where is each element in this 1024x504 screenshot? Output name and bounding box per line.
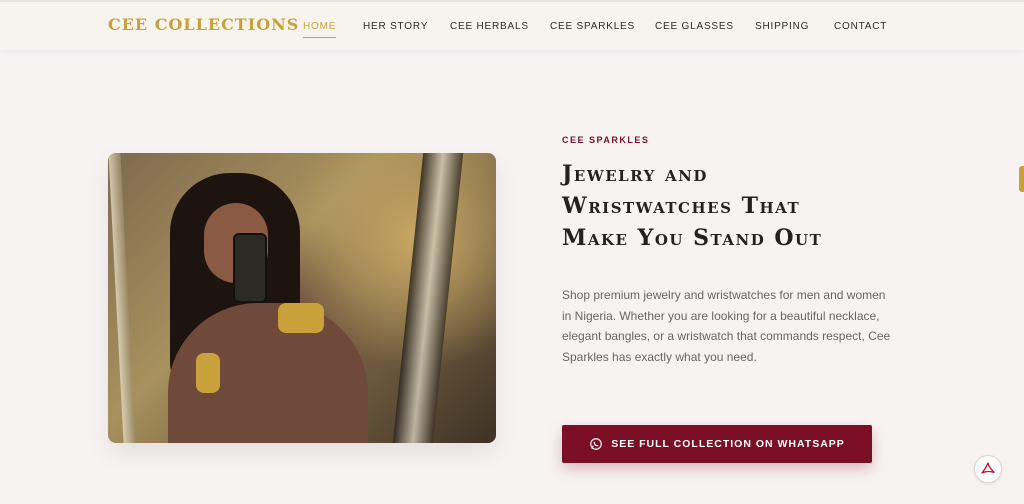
photo-bangles bbox=[196, 353, 220, 393]
pdf-button[interactable] bbox=[974, 455, 1002, 483]
side-scroll-tab[interactable] bbox=[1019, 166, 1024, 192]
nav-item-cee-herbals[interactable]: CEE HERBALS bbox=[450, 21, 529, 32]
hero-heading: Jewelry and Wristwatches That Make You S… bbox=[562, 158, 882, 254]
nav-item-cee-sparkles[interactable]: CEE SPARKLES bbox=[550, 21, 635, 32]
nav-item-shipping[interactable]: SHIPPING bbox=[755, 21, 809, 32]
mirror-frame-right bbox=[392, 153, 464, 443]
whatsapp-collection-button[interactable]: SEE FULL COLLECTION ON WHATSAPP bbox=[562, 425, 872, 463]
hero-heading-line-2: Wristwatches That bbox=[562, 193, 801, 219]
photo-phone bbox=[233, 233, 267, 303]
nav-item-her-story[interactable]: HER STORY bbox=[363, 21, 428, 32]
nav-item-contact[interactable]: CONTACT bbox=[834, 21, 887, 32]
whatsapp-icon bbox=[590, 438, 603, 450]
site-logo[interactable]: CEE COLLECTIONS bbox=[108, 15, 299, 34]
nav-item-home[interactable]: HOME bbox=[303, 21, 337, 38]
photo-watch bbox=[278, 303, 324, 333]
hero-heading-line-3: Make You Stand Out bbox=[562, 225, 823, 251]
whatsapp-collection-label: SEE FULL COLLECTION ON WHATSAPP bbox=[611, 438, 845, 450]
hero-heading-line-1: Jewelry and bbox=[562, 161, 708, 187]
nav-item-cee-glasses[interactable]: CEE GLASSES bbox=[655, 21, 734, 32]
mirror-frame-left bbox=[108, 153, 136, 443]
section-eyebrow: CEE SPARKLES bbox=[562, 135, 650, 145]
hero-photo bbox=[108, 153, 496, 443]
site-header: CEE COLLECTIONS HOME HER STORY CEE HERBA… bbox=[0, 2, 1024, 50]
pdf-icon bbox=[981, 462, 995, 474]
hero-description: Shop premium jewelry and wristwatches fo… bbox=[562, 288, 891, 364]
